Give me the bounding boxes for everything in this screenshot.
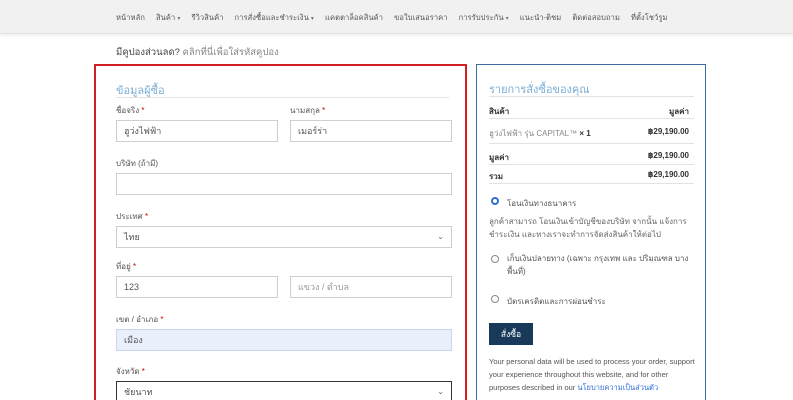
nav-item-label: หน้าหลัก bbox=[116, 13, 145, 22]
company-field[interactable] bbox=[116, 173, 452, 195]
chevron-down-icon: ⌄ bbox=[437, 232, 444, 241]
chevron-down-icon: ▾ bbox=[505, 16, 509, 22]
billing-details-panel: ข้อมูลผู้ซื้อ ชื่อจริง * ฮูว่งไฟฟ้า นามส… bbox=[94, 64, 467, 400]
total-column-header: มูลค่า bbox=[668, 107, 689, 116]
divider bbox=[489, 96, 694, 97]
privacy-notice: Your personal data will be used to proce… bbox=[489, 355, 699, 394]
first-name-label: ชื่อจริง * bbox=[116, 106, 145, 115]
bank-transfer-description: ลูกค้าสามารถ โอนเงินเข้าบัญชีของบริษัท จ… bbox=[489, 217, 687, 239]
divider bbox=[116, 97, 449, 98]
coupon-notice: มีคูปองส่วนลด? คลิกที่นี่เพื่อใส่รหัสคูป… bbox=[116, 45, 279, 60]
item-quantity: × 1 bbox=[579, 129, 591, 138]
nav-item[interactable]: แนะนำ-ติชม bbox=[520, 12, 562, 24]
main-menu: หน้าหลัก สินค้า ▾ รีวิวสินค้า การสั่งซื้อและ… bbox=[116, 12, 668, 24]
divider bbox=[489, 118, 694, 119]
subtotal-label: มูลค่า bbox=[489, 153, 510, 162]
address-label: ที่อยู่ * bbox=[116, 262, 137, 271]
item-price: ฿29,190.00 bbox=[647, 127, 689, 136]
divider bbox=[489, 183, 694, 184]
nav-item[interactable]: การสั่งซื้อและชำระเงิน ▾ bbox=[235, 12, 315, 24]
nav-item-label: แคตตาล็อคสินค้า bbox=[325, 13, 384, 22]
cod-label[interactable]: เก็บเงินปลายทาง (เฉพาะ กรุงเทพ และ ปริมณ… bbox=[507, 252, 697, 278]
nav-item-label: การสั่งซื้อและชำระเงิน bbox=[234, 13, 309, 22]
cod-radio[interactable] bbox=[491, 255, 499, 263]
order-summary-panel: รายการสั่งซื้อของคุณ สินค้า มูลค่า ฮูว่ง… bbox=[476, 64, 706, 400]
nav-item-label: ขอใบเสนอราคา bbox=[394, 13, 448, 22]
nav-item[interactable]: สินค้า ▾ bbox=[156, 12, 180, 24]
nav-item[interactable]: หน้าหลัก bbox=[116, 12, 145, 24]
nav-item[interactable]: ติดต่อสอบถาม bbox=[572, 12, 620, 24]
credit-card-label[interactable]: บัตรเครดิตและการผ่อนชำระ bbox=[507, 295, 606, 308]
first-name-field[interactable]: ฮูว่งไฟฟ้า bbox=[116, 120, 278, 142]
subtotal-row: มูลค่า ฿29,190.00 bbox=[489, 151, 689, 164]
last-name-label: นามสกุล * bbox=[290, 106, 326, 115]
nav-item[interactable]: รีวิวสินค้า bbox=[191, 12, 223, 24]
privacy-policy-link[interactable]: นโยบายความเป็นส่วนตัว bbox=[577, 383, 658, 392]
chevron-down-icon: ▾ bbox=[177, 16, 181, 22]
total-row: รวม ฿29,190.00 bbox=[489, 170, 689, 183]
nav-item-label: สินค้า bbox=[155, 13, 176, 22]
coupon-link[interactable]: คลิกที่นี่เพื่อใส่รหัสคูปอง bbox=[183, 47, 279, 58]
province-label: จังหวัด * bbox=[116, 367, 145, 376]
nav-item[interactable]: ขอใบเสนอราคา bbox=[394, 12, 448, 24]
chevron-down-icon: ⌄ bbox=[437, 387, 444, 396]
divider bbox=[489, 164, 694, 165]
credit-card-radio[interactable] bbox=[491, 295, 499, 303]
nav-item[interactable]: ที่ตั้งโชว์รูม bbox=[631, 12, 668, 24]
product-column-header: สินค้า bbox=[489, 107, 510, 116]
nav-item-label: ที่ตั้งโชว์รูม bbox=[630, 13, 668, 22]
company-label: บริษัท (ถ้ามี) bbox=[116, 159, 159, 168]
district-label: เขต / อำเภอ * bbox=[116, 315, 164, 324]
country-label: ประเทศ * bbox=[116, 212, 149, 221]
country-select[interactable]: ไทย ⌄ bbox=[116, 226, 452, 248]
divider bbox=[489, 143, 694, 144]
subdistrict-field[interactable]: แขวง / ตำบล bbox=[290, 276, 452, 298]
last-name-field[interactable]: เมอร์ร่า bbox=[290, 120, 452, 142]
order-header-row: สินค้า มูลค่า bbox=[489, 105, 689, 118]
province-select[interactable]: ชัยนาท ⌄ bbox=[116, 381, 452, 400]
total-value: ฿29,190.00 bbox=[647, 170, 689, 179]
district-field[interactable]: เมือง bbox=[116, 329, 452, 351]
order-item-row: ฮูว่งไฟฟ้า รุ่น CAPITAL™ × 1 ฿29,190.00 bbox=[489, 127, 689, 140]
top-navigation: หน้าหลัก สินค้า ▾ รีวิวสินค้า การสั่งซื้อและ… bbox=[0, 0, 793, 34]
nav-item-label: รีวิวสินค้า bbox=[191, 13, 224, 22]
nav-item[interactable]: แคตตาล็อคสินค้า bbox=[325, 12, 383, 24]
coupon-question: มีคูปองส่วนลด? bbox=[116, 47, 180, 58]
nav-item-label: ติดต่อสอบถาม bbox=[572, 13, 620, 22]
place-order-button[interactable]: สั่งซื้อ bbox=[489, 323, 533, 345]
chevron-down-icon: ▾ bbox=[310, 16, 315, 22]
subtotal-value: ฿29,190.00 bbox=[647, 151, 689, 160]
nav-item[interactable]: การรับประกัน ▾ bbox=[459, 12, 509, 24]
item-name: ฮูว่งไฟฟ้า รุ่น CAPITAL™ bbox=[489, 129, 578, 138]
nav-item-label: การรับประกัน bbox=[458, 13, 504, 22]
bank-transfer-label[interactable]: โอนเงินทางธนาคาร bbox=[507, 197, 576, 210]
nav-item-label: แนะนำ-ติชม bbox=[519, 13, 562, 22]
address-field[interactable]: 123 bbox=[116, 276, 278, 298]
total-label: รวม bbox=[489, 172, 504, 181]
bank-transfer-radio[interactable] bbox=[491, 197, 499, 205]
